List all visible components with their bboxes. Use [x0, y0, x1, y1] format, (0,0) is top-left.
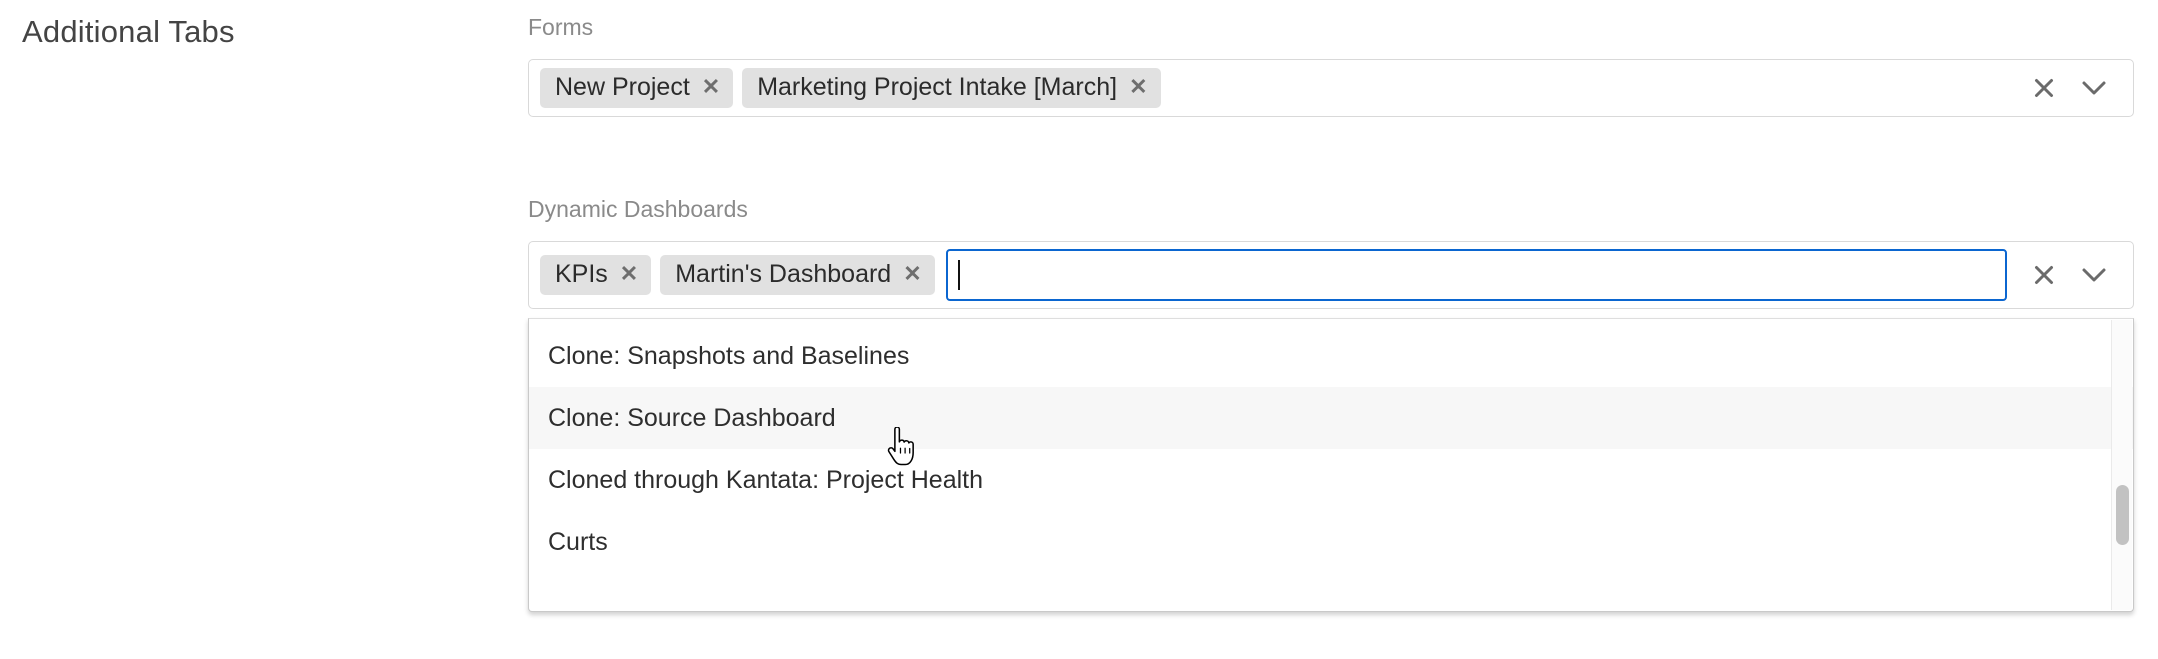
- page-title: Additional Tabs: [22, 14, 235, 49]
- tag-remove-icon[interactable]: ✕: [620, 263, 638, 285]
- clear-icon[interactable]: [2033, 264, 2055, 286]
- dropdown-scrollbar-thumb[interactable]: [2116, 485, 2129, 546]
- tag-remove-icon[interactable]: ✕: [903, 263, 921, 285]
- tag-chip[interactable]: New Project ✕: [540, 67, 734, 109]
- dynamic-dashboards-dropdown[interactable]: Clone: Snapshots and Baselines Clone: So…: [528, 318, 2134, 612]
- dynamic-dashboards-actions: [2015, 242, 2133, 308]
- chevron-down-icon[interactable]: [2081, 265, 2107, 285]
- tag-chip[interactable]: Martin's Dashboard ✕: [660, 254, 935, 296]
- dynamic-dashboards-multiselect[interactable]: KPIs ✕ Martin's Dashboard ✕: [528, 241, 2134, 309]
- tag-remove-icon[interactable]: ✕: [1129, 76, 1147, 98]
- dropdown-option[interactable]: Cloned through Kantata: Project Health: [529, 449, 2133, 511]
- tag-label: Martin's Dashboard: [675, 259, 892, 288]
- clear-icon[interactable]: [2033, 77, 2055, 99]
- dropdown-option[interactable]: Clone: Source Dashboard: [529, 387, 2133, 449]
- tag-label: KPIs: [555, 259, 608, 288]
- tag-label: Marketing Project Intake [March]: [757, 72, 1118, 101]
- forms-field-group: Forms New Project ✕ Marketing Project In…: [528, 16, 2134, 117]
- dynamic-dashboards-field-group: Dynamic Dashboards KPIs ✕ Martin's Dashb…: [528, 198, 2134, 309]
- forms-actions: [2015, 60, 2133, 116]
- dropdown-option[interactable]: Curts: [529, 511, 2133, 573]
- dropdown-spacer: [529, 573, 2133, 611]
- dynamic-dashboards-field-label: Dynamic Dashboards: [528, 196, 748, 222]
- dropdown-scrollbar[interactable]: [2111, 320, 2132, 610]
- dropdown-option[interactable]: Clone: Snapshots and Baselines: [529, 325, 2133, 387]
- forms-field-label: Forms: [528, 14, 594, 40]
- forms-tag-area[interactable]: New Project ✕ Marketing Project Intake […: [529, 60, 2015, 116]
- dynamic-dashboards-tag-area[interactable]: KPIs ✕ Martin's Dashboard ✕: [529, 242, 2015, 308]
- tag-chip[interactable]: Marketing Project Intake [March] ✕: [742, 67, 1161, 109]
- tag-label: New Project: [555, 72, 690, 101]
- text-caret: [957, 260, 960, 290]
- tag-chip[interactable]: KPIs ✕: [540, 254, 652, 296]
- forms-multiselect[interactable]: New Project ✕ Marketing Project Intake […: [528, 59, 2134, 117]
- dynamic-dashboards-search-input[interactable]: [945, 249, 2007, 301]
- chevron-down-icon[interactable]: [2081, 78, 2107, 98]
- tag-remove-icon[interactable]: ✕: [702, 76, 720, 98]
